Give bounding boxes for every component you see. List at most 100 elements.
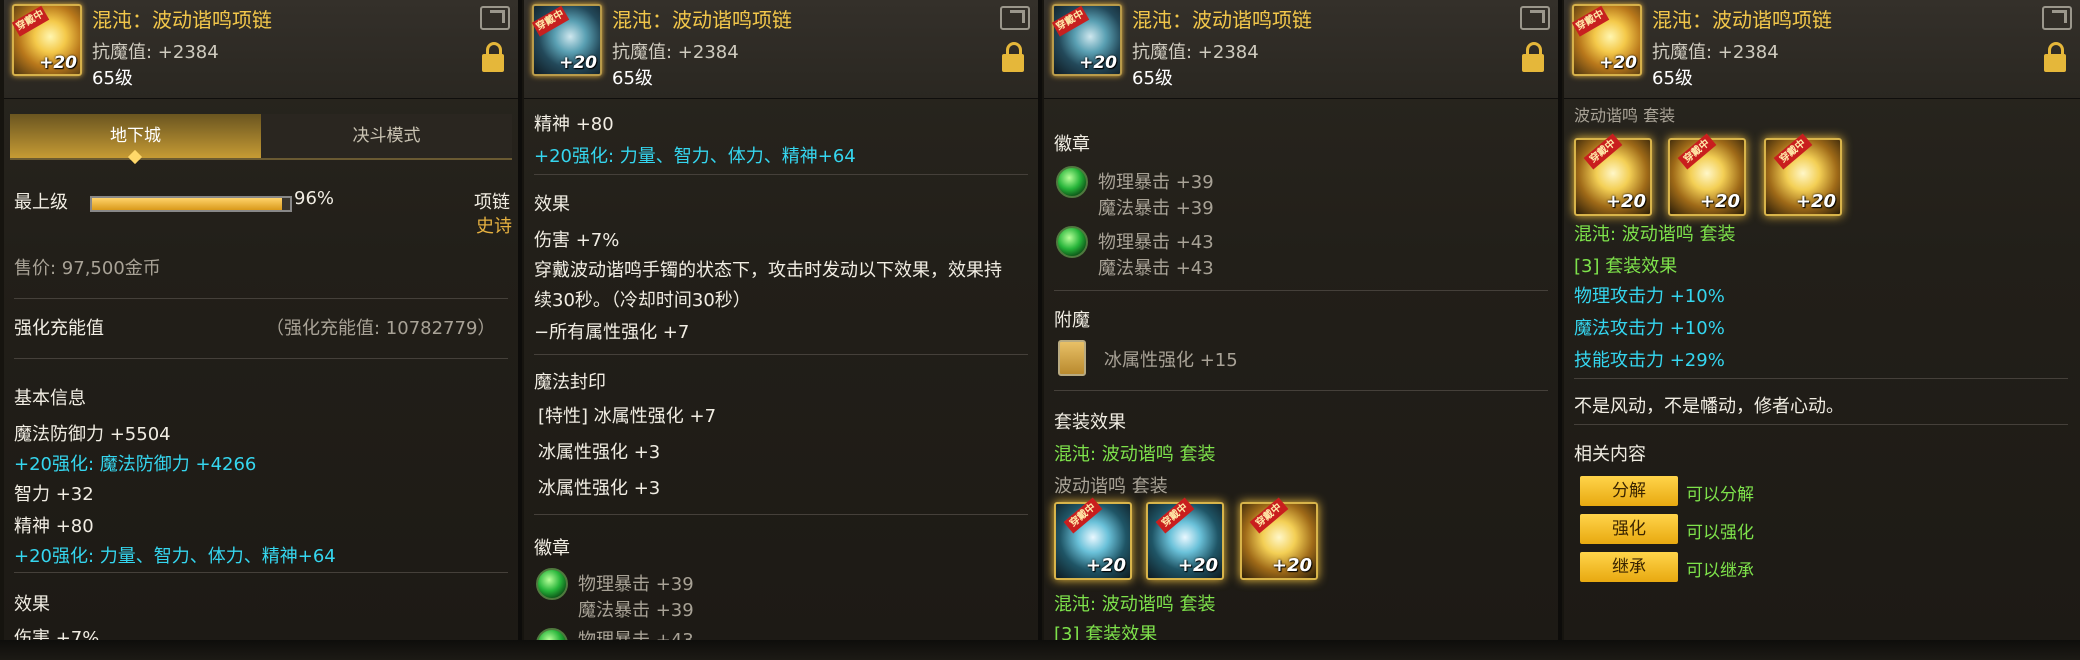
sub-set-name: 波动谐鸣 套装 xyxy=(1054,476,1168,497)
slot-label: 项链 xyxy=(474,192,510,213)
item-title: 混沌：波动谐鸣项链 xyxy=(1132,8,1312,32)
sub-set-name: 波动谐鸣 套装 xyxy=(1574,106,1676,125)
tab-pvp[interactable]: 决斗模式 xyxy=(261,114,512,158)
item-title: 混沌：波动谐鸣项链 xyxy=(1652,8,1832,32)
item-icon[interactable]: 穿戴中 +20 xyxy=(1571,4,1642,76)
energy-label: 强化充能值 xyxy=(14,318,104,339)
enhance-level-badge: +20 xyxy=(1605,191,1646,212)
basic-info-title: 基本信息 xyxy=(14,388,86,409)
emblem-gem-icon xyxy=(536,568,568,600)
emblem-line: 物理暴击 +39 xyxy=(578,574,694,595)
share-icon[interactable] xyxy=(1520,6,1550,30)
item-title: 混沌：波动谐鸣项链 xyxy=(612,8,792,32)
grade-progress-fill xyxy=(92,198,283,210)
divider xyxy=(534,514,1028,515)
equipped-tag: 穿戴中 xyxy=(531,5,570,37)
item-title: 混沌：波动谐鸣项链 xyxy=(92,8,272,32)
set-name: 混沌: 波动谐鸣 套装 xyxy=(1574,224,1736,245)
divider xyxy=(1574,424,2068,425)
set-item-icon[interactable]: 穿戴中 +20 xyxy=(1764,133,1842,216)
set-effect-title: [3] 套装效果 xyxy=(1574,256,1678,277)
item-header: 穿戴中 +20 混沌：波动谐鸣项链 抗魔值: +2384 65级 xyxy=(1564,0,2080,99)
enhance-level-badge: +20 xyxy=(1079,53,1117,73)
resist-value: 抗魔值: +2384 xyxy=(1132,42,1259,63)
disassemble-button[interactable]: 分解 xyxy=(1580,476,1678,506)
emblem-gem-icon xyxy=(1056,166,1088,198)
enhance-button[interactable]: 强化 xyxy=(1580,514,1678,544)
energy-value: （强化充能值: 10782779） xyxy=(266,318,496,339)
seal-line: 冰属性强化 +3 xyxy=(538,478,661,499)
divider xyxy=(1054,290,1548,291)
set-name: 混沌: 波动谐鸣 套装 xyxy=(1054,444,1216,465)
share-icon[interactable] xyxy=(480,6,510,30)
item-icon[interactable]: 穿戴中 +20 xyxy=(1051,4,1122,76)
stat-line: 精神 +80 xyxy=(14,516,94,537)
equipped-tag: 穿戴中 xyxy=(1063,497,1103,534)
enhance-level-badge: +20 xyxy=(1699,191,1740,212)
set-item-icon[interactable]: 穿戴中 +20 xyxy=(1146,497,1224,580)
enchant-line: 冰属性强化 +15 xyxy=(1104,350,1238,371)
set-item-icon[interactable]: 穿戴中 +20 xyxy=(1240,497,1318,580)
enhance-level-badge: +20 xyxy=(1599,53,1637,73)
equipped-tag: 穿戴中 xyxy=(1773,133,1813,170)
item-header: 穿戴中 +20 混沌：波动谐鸣项链 抗魔值: +2384 65级 xyxy=(1044,0,1558,99)
effect-line: 伤害 +7% xyxy=(534,230,620,251)
divider xyxy=(14,298,508,299)
stat-line: +20强化: 魔法防御力 +4266 xyxy=(14,454,257,475)
set-item-icon[interactable]: 穿戴中 +20 xyxy=(1668,133,1746,216)
set-item-icon[interactable]: 穿戴中 +20 xyxy=(1574,133,1652,216)
divider xyxy=(534,174,1028,175)
enhance-level-badge: +20 xyxy=(559,53,597,73)
emblem-line: 魔法暴击 +43 xyxy=(1098,258,1214,279)
emblem-line: 物理暴击 +43 xyxy=(578,626,694,640)
grade-label: 最上级 xyxy=(14,192,68,213)
flavor-text: 不是风动，不是幡动，修者心动。 xyxy=(1574,396,1844,417)
seal-title: 魔法封印 xyxy=(534,372,606,393)
set-item-icon[interactable]: 穿戴中 +20 xyxy=(1054,497,1132,580)
effect-line: −所有属性强化 +7 xyxy=(534,322,690,343)
item-icon[interactable]: 穿戴中 +20 xyxy=(11,4,82,76)
tooltip-panel-1: 穿戴中 +20 混沌：波动谐鸣项链 抗魔值: +2384 65级 地下城 决斗模… xyxy=(4,0,522,640)
share-icon[interactable] xyxy=(2042,6,2072,30)
divider xyxy=(534,354,1028,355)
emblem-title: 徽章 xyxy=(534,538,570,559)
grade-percent: 96% xyxy=(294,188,335,209)
stat-line: 魔法防御力 +5504 xyxy=(14,424,171,445)
enchant-title: 附魔 xyxy=(1054,310,1090,331)
share-icon[interactable] xyxy=(1000,6,1030,30)
emblem-gem-icon xyxy=(536,628,568,640)
lock-icon[interactable] xyxy=(482,42,504,72)
emblem-line: 物理暴击 +39 xyxy=(1098,172,1214,193)
tooltip-panel-3: 穿戴中 +20 混沌：波动谐鸣项链 抗魔值: +2384 65级 徽章 物理暴击… xyxy=(1044,0,1562,640)
required-level: 65级 xyxy=(92,68,133,89)
equipped-tag: 穿戴中 xyxy=(1051,5,1090,37)
effect-line: 续30秒。（冷却时间30秒） xyxy=(534,290,751,311)
enhance-note: 可以强化 xyxy=(1686,523,1754,543)
lock-icon[interactable] xyxy=(2044,42,2066,72)
bottom-bar xyxy=(0,640,2080,660)
stat-line: 智力 +32 xyxy=(14,484,94,505)
required-level: 65级 xyxy=(1652,68,1693,89)
related-title: 相关内容 xyxy=(1574,444,1646,465)
set-name: 混沌: 波动谐鸣 套装 xyxy=(1054,594,1216,615)
emblem-line: 物理暴击 +43 xyxy=(1098,232,1214,253)
seal-line: [特性] 冰属性强化 +7 xyxy=(538,406,717,427)
equipped-tag: 穿戴中 xyxy=(1155,497,1195,534)
effect-title: 效果 xyxy=(14,594,50,615)
enhance-level-badge: +20 xyxy=(1271,555,1312,576)
tooltip-panel-2: 穿戴中 +20 混沌：波动谐鸣项链 抗魔值: +2384 65级 精神 +80 … xyxy=(524,0,1042,640)
lock-icon[interactable] xyxy=(1002,42,1024,72)
equipped-tag: 穿戴中 xyxy=(1249,497,1289,534)
lock-icon[interactable] xyxy=(1522,42,1544,72)
set-effect-title: [3] 套装效果 xyxy=(1054,624,1158,640)
resist-value: 抗魔值: +2384 xyxy=(612,42,739,63)
effect-title: 效果 xyxy=(534,194,570,215)
equipped-tag: 穿戴中 xyxy=(1571,5,1610,37)
effect-line: 伤害 +7% xyxy=(14,628,100,640)
stat-line: 精神 +80 xyxy=(534,114,614,135)
item-icon[interactable]: 穿戴中 +20 xyxy=(531,4,602,76)
equipped-tag: 穿戴中 xyxy=(11,5,50,37)
mode-tabs: 地下城 决斗模式 xyxy=(10,114,512,165)
required-level: 65级 xyxy=(1132,68,1173,89)
inherit-button[interactable]: 继承 xyxy=(1580,552,1678,582)
